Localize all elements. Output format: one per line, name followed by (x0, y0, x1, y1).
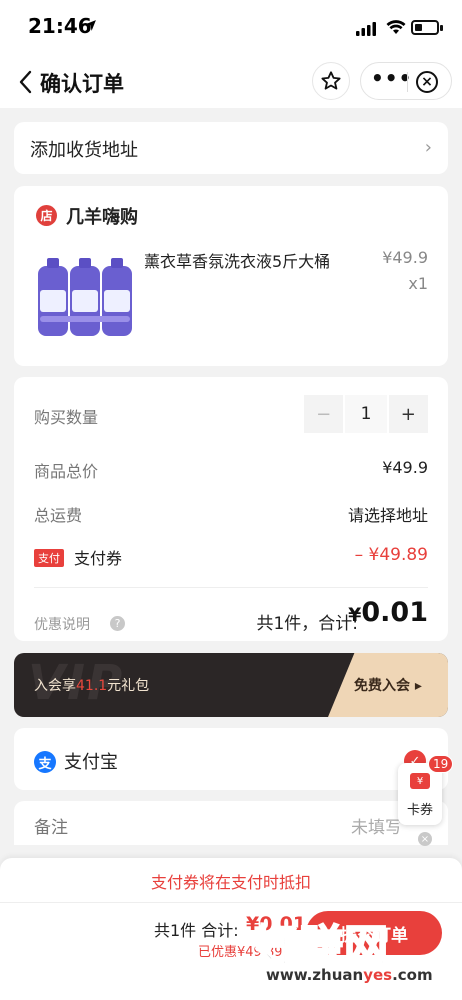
product-quantity: x1 (408, 274, 428, 293)
discount-info-label[interactable]: 优惠说明 (34, 614, 90, 634)
chevron-right-icon: › (424, 137, 432, 158)
order-summary-card: 购买数量 − 1 + 商品总价 ¥49.9 总运费 请选择地址 支付 支付券 –… (14, 377, 448, 641)
total-count-text: 共1件，合计: (256, 614, 358, 634)
shop-card: 店 几羊嗨购 薰衣草香氛洗衣液5斤大桶 ¥49.9 x1 (14, 186, 448, 366)
goods-total-value: ¥49.9 (382, 458, 428, 477)
coupon-notice-bar: 支付券将在支付时抵扣 (0, 858, 462, 902)
address-row[interactable]: 添加收货地址 › (14, 122, 448, 174)
add-address-label: 添加收货地址 (30, 140, 138, 161)
remark-label: 备注 (34, 818, 68, 838)
vip-gift-amount: 41.1 (76, 678, 108, 694)
checkout-bar: 共1件 合计: ¥0.01 已优惠¥49.89 提交订单 (0, 902, 462, 1000)
quantity-input[interactable]: 1 (345, 395, 387, 433)
nav-bar: 确认订单 ••• × (0, 56, 462, 108)
checkout-count-text: 共1件 合计: (154, 921, 239, 940)
decrease-button[interactable]: − (304, 395, 344, 433)
wifi-icon (386, 20, 406, 34)
menu-capsule: ••• × (360, 62, 452, 100)
quantity-label: 购买数量 (34, 408, 99, 427)
increase-button[interactable]: + (388, 395, 428, 433)
divider (34, 587, 428, 588)
alipay-icon: 支 (34, 751, 56, 773)
freight-value[interactable]: 请选择地址 (348, 502, 428, 526)
status-bar: 21:46 (0, 0, 462, 56)
total-amount-number: 0.01 (361, 597, 428, 628)
location-arrow-icon (85, 20, 96, 31)
currency-symbol: ¥ (348, 604, 362, 626)
remark-value[interactable]: 未填写 (351, 813, 402, 838)
vip-banner[interactable]: VIP 入会享41.1元礼包 免费入会 ▸ (14, 653, 448, 717)
capsule-divider (407, 72, 408, 92)
battery-icon (411, 20, 443, 35)
product-image[interactable] (34, 254, 142, 344)
watermark-logo: 好赚网 (253, 920, 389, 973)
help-icon[interactable]: ? (110, 616, 125, 631)
page-title: 确认订单 (40, 72, 124, 96)
pay-coupon-value[interactable]: – ¥49.89 (355, 545, 428, 565)
card-coupon-label: 卡券 (406, 803, 433, 818)
remark-row[interactable]: 备注 未填写 (14, 801, 448, 845)
star-icon (321, 71, 341, 90)
total-amount: ¥0.01 (348, 597, 428, 628)
payment-method-label: 支付宝 (64, 752, 118, 773)
shop-name: 几羊嗨购 (66, 207, 138, 228)
coupon-icon: ¥ (410, 773, 430, 789)
close-icon[interactable]: × (418, 832, 432, 846)
cellular-signal-icon (356, 22, 376, 36)
back-arrow-icon[interactable] (14, 68, 40, 96)
product-price: ¥49.9 (382, 248, 428, 267)
product-title[interactable]: 薰衣草香氛洗衣液5斤大桶 (144, 248, 330, 272)
pay-coupon-label: 支付券 (74, 549, 123, 568)
freight-label: 总运费 (34, 506, 83, 525)
watermark-url: www.zhuanyes.com (266, 966, 433, 984)
card-coupon-float[interactable]: ¥ 卡券 19 (398, 755, 454, 825)
close-miniapp-icon[interactable]: × (416, 71, 438, 93)
more-options-icon[interactable]: ••• (371, 68, 411, 92)
goods-total-label: 商品总价 (34, 462, 99, 481)
coupon-notice-text: 支付券将在支付时抵扣 (150, 873, 311, 892)
vip-gift-text: 入会享41.1元礼包 (34, 678, 150, 694)
favorite-button[interactable] (312, 62, 350, 100)
pay-coupon-tag: 支付 (34, 549, 64, 567)
status-time: 21:46 (28, 14, 92, 38)
coupon-count-badge: 19 (428, 755, 454, 773)
payment-method-row[interactable]: 支 支付宝 ✓ (14, 728, 448, 790)
shop-icon: 店 (36, 205, 57, 226)
join-free-button[interactable]: 免费入会 ▸ (328, 653, 448, 717)
quantity-stepper: − 1 + (304, 395, 428, 433)
